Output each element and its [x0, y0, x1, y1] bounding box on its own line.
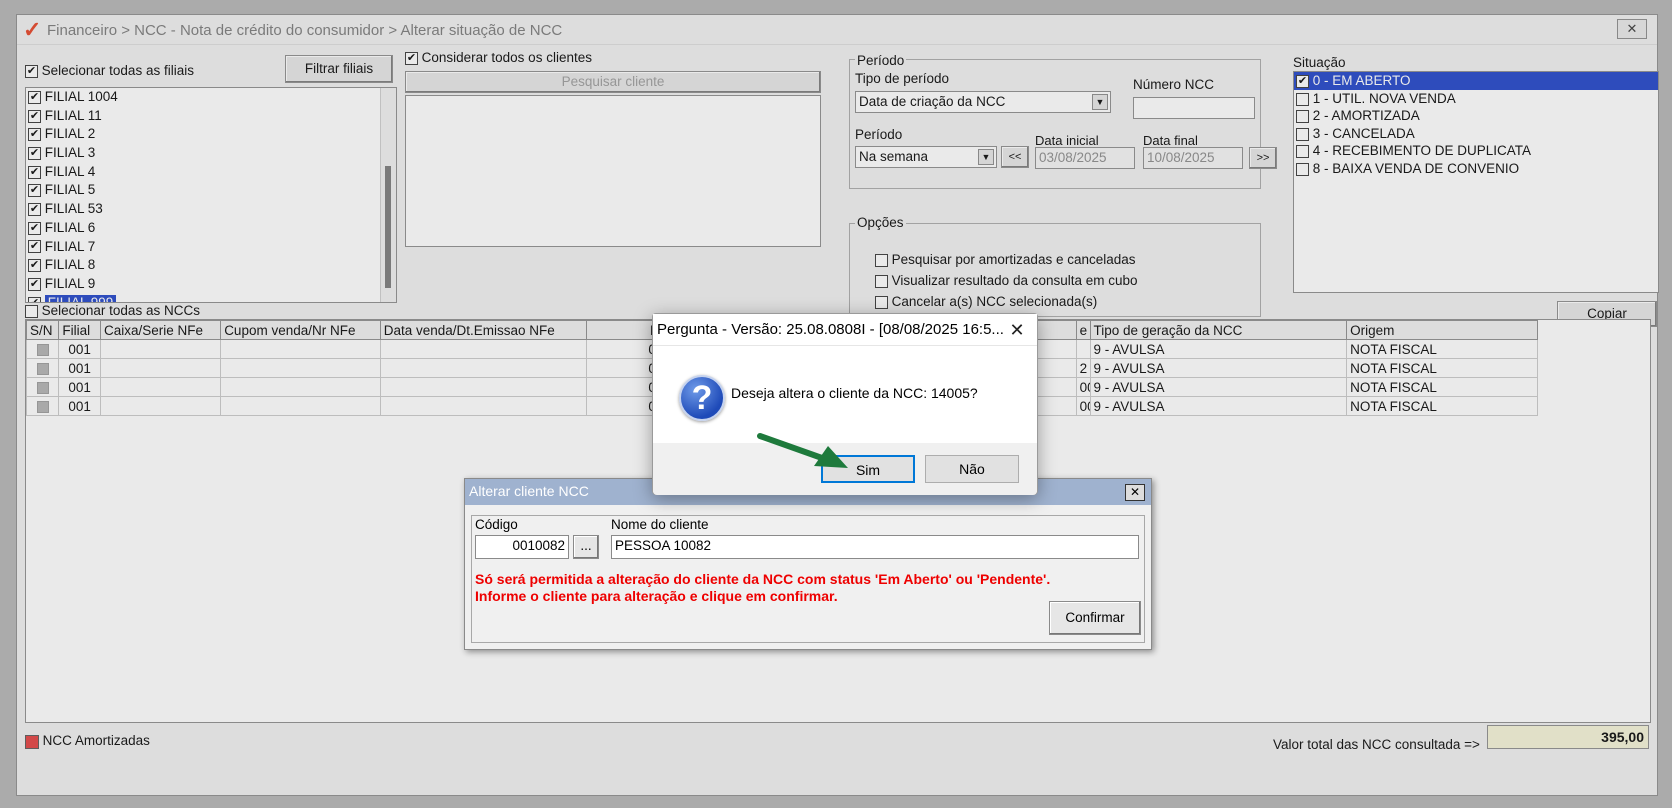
question-icon: ? — [679, 375, 725, 421]
codigo-label: Código — [475, 517, 518, 532]
lookup-cliente-button[interactable]: ... — [573, 535, 599, 559]
nome-cliente-label: Nome do cliente — [611, 517, 709, 532]
close-icon[interactable]: ✕ — [1125, 484, 1145, 501]
green-arrow-icon — [757, 433, 848, 468]
warning-line-2: Informe o cliente para alteração e cliqu… — [475, 588, 838, 604]
warning-line-1: Só será permitida a alteração do cliente… — [475, 571, 1051, 587]
nao-button[interactable]: Não — [925, 455, 1019, 483]
codigo-input[interactable]: 0010082 — [475, 535, 569, 559]
close-icon[interactable]: ✕ — [1005, 318, 1029, 342]
pergunta-message: Deseja altera o cliente da NCC: 14005? — [731, 385, 978, 401]
confirmar-button[interactable]: Confirmar — [1049, 601, 1141, 635]
alterar-cliente-title: Alterar cliente NCC — [469, 483, 589, 499]
pergunta-title-bar: Pergunta - Versão: 25.08.0808I - [08/08/… — [653, 314, 1037, 346]
alterar-cliente-dialog: Alterar cliente NCC ✕ Código 0010082 ...… — [464, 478, 1152, 650]
nome-cliente-input[interactable]: PESSOA 10082 — [611, 535, 1139, 559]
pergunta-title: Pergunta - Versão: 25.08.0808I - [08/08/… — [657, 321, 1004, 338]
